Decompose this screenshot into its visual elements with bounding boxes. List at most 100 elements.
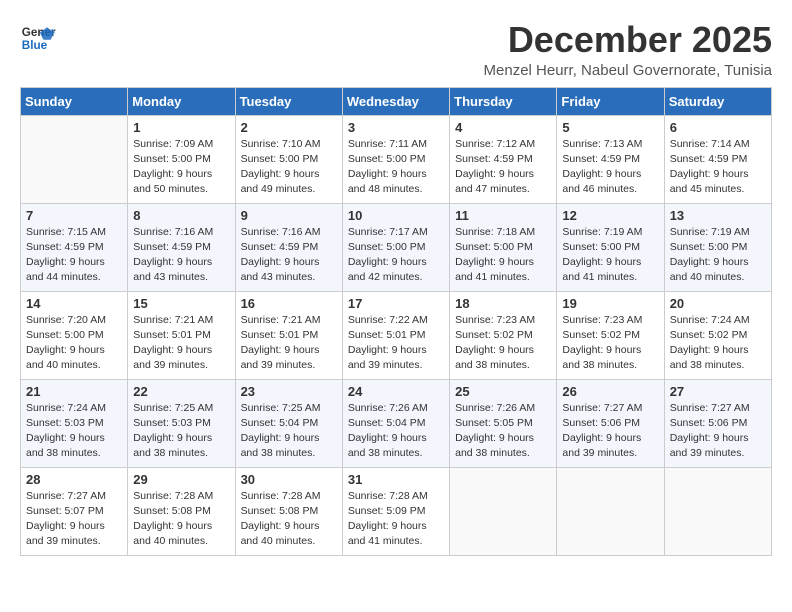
day-info: Sunrise: 7:28 AM Sunset: 5:09 PM Dayligh… bbox=[348, 489, 444, 550]
calendar-cell: 18Sunrise: 7:23 AM Sunset: 5:02 PM Dayli… bbox=[450, 291, 557, 379]
calendar-header-monday: Monday bbox=[128, 87, 235, 115]
day-number: 13 bbox=[670, 208, 766, 223]
day-info: Sunrise: 7:16 AM Sunset: 4:59 PM Dayligh… bbox=[133, 225, 229, 286]
calendar-cell: 10Sunrise: 7:17 AM Sunset: 5:00 PM Dayli… bbox=[342, 203, 449, 291]
day-info: Sunrise: 7:21 AM Sunset: 5:01 PM Dayligh… bbox=[241, 313, 337, 374]
day-number: 25 bbox=[455, 384, 551, 399]
day-number: 1 bbox=[133, 120, 229, 135]
day-number: 20 bbox=[670, 296, 766, 311]
location-subtitle: Menzel Heurr, Nabeul Governorate, Tunisi… bbox=[484, 62, 772, 79]
calendar-cell: 6 Sunrise: 7:14 AM Sunset: 4:59 PM Daylig… bbox=[664, 115, 771, 203]
day-number: 4 bbox=[455, 120, 551, 135]
day-number: 26 bbox=[562, 384, 658, 399]
day-info: Sunrise: 7:18 AM Sunset: 5:00 PM Dayligh… bbox=[455, 225, 551, 286]
day-info: Sunrise: 7:21 AM Sunset: 5:01 PM Dayligh… bbox=[133, 313, 229, 374]
calendar-cell: 11Sunrise: 7:18 AM Sunset: 5:00 PM Dayli… bbox=[450, 203, 557, 291]
calendar-cell: 7Sunrise: 7:15 AM Sunset: 4:59 PM Daylig… bbox=[21, 203, 128, 291]
title-block: December 2025 Menzel Heurr, Nabeul Gover… bbox=[484, 20, 772, 79]
calendar-week-row: 14 Sunrise: 7:20 AM Sunset: 5:00 PM Dayli… bbox=[21, 291, 772, 379]
day-number: 6 bbox=[670, 120, 766, 135]
day-info: Sunrise: 7:09 AM Sunset: 5:00 PM Dayligh… bbox=[133, 137, 229, 198]
calendar-cell: 20 Sunrise: 7:24 AM Sunset: 5:02 PM Dayli… bbox=[664, 291, 771, 379]
day-info: Sunrise: 7:28 AM Sunset: 5:08 PM Dayligh… bbox=[133, 489, 229, 550]
calendar-week-row: 28 Sunrise: 7:27 AM Sunset: 5:07 PM Dayli… bbox=[21, 467, 772, 555]
day-number: 18 bbox=[455, 296, 551, 311]
day-number: 21 bbox=[26, 384, 122, 399]
calendar-cell: 16 Sunrise: 7:21 AM Sunset: 5:01 PM Dayli… bbox=[235, 291, 342, 379]
calendar-cell bbox=[450, 467, 557, 555]
calendar-cell: 9 Sunrise: 7:16 AM Sunset: 4:59 PM Daylig… bbox=[235, 203, 342, 291]
day-number: 15 bbox=[133, 296, 229, 311]
day-number: 29 bbox=[133, 472, 229, 487]
calendar-body: 1 Sunrise: 7:09 AM Sunset: 5:00 PM Daylig… bbox=[21, 115, 772, 555]
day-info: Sunrise: 7:15 AM Sunset: 4:59 PM Dayligh… bbox=[26, 225, 122, 286]
calendar-header-friday: Friday bbox=[557, 87, 664, 115]
calendar-header-tuesday: Tuesday bbox=[235, 87, 342, 115]
month-title: December 2025 bbox=[484, 20, 772, 60]
calendar-cell: 19Sunrise: 7:23 AM Sunset: 5:02 PM Dayli… bbox=[557, 291, 664, 379]
calendar-cell: 15 Sunrise: 7:21 AM Sunset: 5:01 PM Dayli… bbox=[128, 291, 235, 379]
day-number: 28 bbox=[26, 472, 122, 487]
calendar-cell bbox=[664, 467, 771, 555]
day-number: 23 bbox=[241, 384, 337, 399]
calendar-cell bbox=[557, 467, 664, 555]
calendar-cell: 2Sunrise: 7:10 AM Sunset: 5:00 PM Daylig… bbox=[235, 115, 342, 203]
day-info: Sunrise: 7:25 AM Sunset: 5:04 PM Dayligh… bbox=[241, 401, 337, 462]
calendar-cell: 13Sunrise: 7:19 AM Sunset: 5:00 PM Dayli… bbox=[664, 203, 771, 291]
calendar-cell: 3Sunrise: 7:11 AM Sunset: 5:00 PM Daylig… bbox=[342, 115, 449, 203]
page-header: General Blue December 2025 Menzel Heurr,… bbox=[20, 20, 772, 79]
calendar-week-row: 7Sunrise: 7:15 AM Sunset: 4:59 PM Daylig… bbox=[21, 203, 772, 291]
calendar-cell: 21 Sunrise: 7:24 AM Sunset: 5:03 PM Dayli… bbox=[21, 379, 128, 467]
day-number: 3 bbox=[348, 120, 444, 135]
day-info: Sunrise: 7:16 AM Sunset: 4:59 PM Dayligh… bbox=[241, 225, 337, 286]
calendar-cell: 14 Sunrise: 7:20 AM Sunset: 5:00 PM Dayli… bbox=[21, 291, 128, 379]
calendar-cell bbox=[21, 115, 128, 203]
day-number: 8 bbox=[133, 208, 229, 223]
calendar-cell: 22 Sunrise: 7:25 AM Sunset: 5:03 PM Dayli… bbox=[128, 379, 235, 467]
day-info: Sunrise: 7:12 AM Sunset: 4:59 PM Dayligh… bbox=[455, 137, 551, 198]
day-info: Sunrise: 7:26 AM Sunset: 5:04 PM Dayligh… bbox=[348, 401, 444, 462]
day-info: Sunrise: 7:27 AM Sunset: 5:06 PM Dayligh… bbox=[562, 401, 658, 462]
calendar-header-row: SundayMondayTuesdayWednesdayThursdayFrid… bbox=[21, 87, 772, 115]
calendar-week-row: 1 Sunrise: 7:09 AM Sunset: 5:00 PM Daylig… bbox=[21, 115, 772, 203]
day-info: Sunrise: 7:24 AM Sunset: 5:02 PM Dayligh… bbox=[670, 313, 766, 374]
calendar-cell: 5Sunrise: 7:13 AM Sunset: 4:59 PM Daylig… bbox=[557, 115, 664, 203]
day-number: 16 bbox=[241, 296, 337, 311]
calendar-cell: 31Sunrise: 7:28 AM Sunset: 5:09 PM Dayli… bbox=[342, 467, 449, 555]
day-info: Sunrise: 7:19 AM Sunset: 5:00 PM Dayligh… bbox=[562, 225, 658, 286]
calendar-cell: 23 Sunrise: 7:25 AM Sunset: 5:04 PM Dayli… bbox=[235, 379, 342, 467]
calendar-cell: 12 Sunrise: 7:19 AM Sunset: 5:00 PM Dayli… bbox=[557, 203, 664, 291]
logo-icon: General Blue bbox=[20, 20, 56, 56]
day-info: Sunrise: 7:27 AM Sunset: 5:06 PM Dayligh… bbox=[670, 401, 766, 462]
day-info: Sunrise: 7:10 AM Sunset: 5:00 PM Dayligh… bbox=[241, 137, 337, 198]
day-info: Sunrise: 7:25 AM Sunset: 5:03 PM Dayligh… bbox=[133, 401, 229, 462]
calendar-table: SundayMondayTuesdayWednesdayThursdayFrid… bbox=[20, 87, 772, 556]
day-number: 10 bbox=[348, 208, 444, 223]
calendar-cell: 4 Sunrise: 7:12 AM Sunset: 4:59 PM Daylig… bbox=[450, 115, 557, 203]
day-number: 22 bbox=[133, 384, 229, 399]
calendar-header-sunday: Sunday bbox=[21, 87, 128, 115]
day-info: Sunrise: 7:27 AM Sunset: 5:07 PM Dayligh… bbox=[26, 489, 122, 550]
day-info: Sunrise: 7:20 AM Sunset: 5:00 PM Dayligh… bbox=[26, 313, 122, 374]
day-number: 9 bbox=[241, 208, 337, 223]
day-number: 30 bbox=[241, 472, 337, 487]
day-info: Sunrise: 7:28 AM Sunset: 5:08 PM Dayligh… bbox=[241, 489, 337, 550]
day-number: 14 bbox=[26, 296, 122, 311]
calendar-cell: 30 Sunrise: 7:28 AM Sunset: 5:08 PM Dayli… bbox=[235, 467, 342, 555]
svg-text:Blue: Blue bbox=[22, 39, 48, 52]
calendar-cell: 24Sunrise: 7:26 AM Sunset: 5:04 PM Dayli… bbox=[342, 379, 449, 467]
calendar-cell: 25Sunrise: 7:26 AM Sunset: 5:05 PM Dayli… bbox=[450, 379, 557, 467]
calendar-cell: 8 Sunrise: 7:16 AM Sunset: 4:59 PM Daylig… bbox=[128, 203, 235, 291]
calendar-header-saturday: Saturday bbox=[664, 87, 771, 115]
day-info: Sunrise: 7:22 AM Sunset: 5:01 PM Dayligh… bbox=[348, 313, 444, 374]
calendar-cell: 29 Sunrise: 7:28 AM Sunset: 5:08 PM Dayli… bbox=[128, 467, 235, 555]
calendar-header-wednesday: Wednesday bbox=[342, 87, 449, 115]
logo: General Blue bbox=[20, 20, 56, 56]
day-number: 17 bbox=[348, 296, 444, 311]
day-info: Sunrise: 7:24 AM Sunset: 5:03 PM Dayligh… bbox=[26, 401, 122, 462]
day-number: 27 bbox=[670, 384, 766, 399]
calendar-cell: 27 Sunrise: 7:27 AM Sunset: 5:06 PM Dayli… bbox=[664, 379, 771, 467]
day-info: Sunrise: 7:14 AM Sunset: 4:59 PM Dayligh… bbox=[670, 137, 766, 198]
day-number: 12 bbox=[562, 208, 658, 223]
calendar-cell: 26 Sunrise: 7:27 AM Sunset: 5:06 PM Dayli… bbox=[557, 379, 664, 467]
